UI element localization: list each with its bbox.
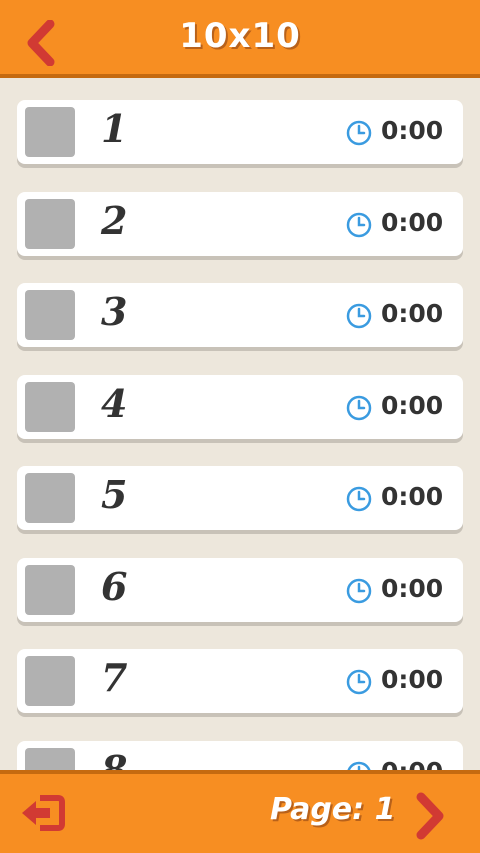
footer-bar: Page: 1 [0, 770, 480, 853]
clock-icon [346, 486, 372, 512]
level-time: 0:00 [381, 391, 444, 420]
level-list[interactable]: 1 0:00 2 0:00 3 0:00 4 0:00 5 0:00 6 0:0… [0, 82, 480, 770]
clock-icon [346, 669, 372, 695]
level-number: 2 [101, 198, 128, 243]
level-number: 8 [101, 747, 128, 770]
level-time: 0:00 [381, 208, 444, 237]
level-number: 4 [101, 381, 128, 426]
clock-icon [347, 761, 371, 770]
level-number: 7 [101, 655, 128, 700]
header-bar: 10x10 [0, 0, 480, 78]
chevron-right-icon [416, 792, 444, 840]
level-row[interactable]: 2 0:00 [17, 192, 463, 256]
clock-icon [346, 578, 372, 604]
level-thumbnail [25, 199, 75, 249]
level-row[interactable]: 8 0:00 [17, 741, 463, 770]
clock-icon [346, 212, 372, 238]
level-row[interactable]: 4 0:00 [17, 375, 463, 439]
page-indicator: Page: 1 [270, 792, 396, 827]
level-row[interactable]: 5 0:00 [17, 466, 463, 530]
level-thumbnail [25, 656, 75, 706]
level-time: 0:00 [381, 299, 444, 328]
level-thumbnail [25, 473, 75, 523]
clock-icon [346, 120, 372, 146]
level-time: 0:00 [381, 482, 444, 511]
level-number: 1 [101, 106, 128, 151]
clock-icon [346, 395, 372, 421]
next-page-button[interactable] [412, 792, 448, 840]
level-thumbnail [25, 107, 75, 157]
level-thumbnail [25, 290, 75, 340]
level-number: 6 [101, 564, 128, 609]
level-row[interactable]: 1 0:00 [17, 100, 463, 164]
page-title: 10x10 [179, 16, 301, 56]
level-number: 3 [101, 289, 128, 334]
level-time: 0:00 [381, 574, 444, 603]
level-time: 0:00 [381, 665, 444, 694]
level-thumbnail [25, 748, 75, 770]
exit-icon [22, 795, 65, 831]
level-time: 0:00 [381, 757, 443, 770]
level-row[interactable]: 3 0:00 [17, 283, 463, 347]
exit-button[interactable] [18, 792, 66, 834]
level-thumbnail [25, 382, 75, 432]
level-row[interactable]: 7 0:00 [17, 649, 463, 713]
level-row[interactable]: 6 0:00 [17, 558, 463, 622]
level-number: 5 [101, 472, 128, 517]
level-thumbnail [25, 565, 75, 615]
clock-icon [346, 303, 372, 329]
level-time: 0:00 [381, 116, 444, 145]
